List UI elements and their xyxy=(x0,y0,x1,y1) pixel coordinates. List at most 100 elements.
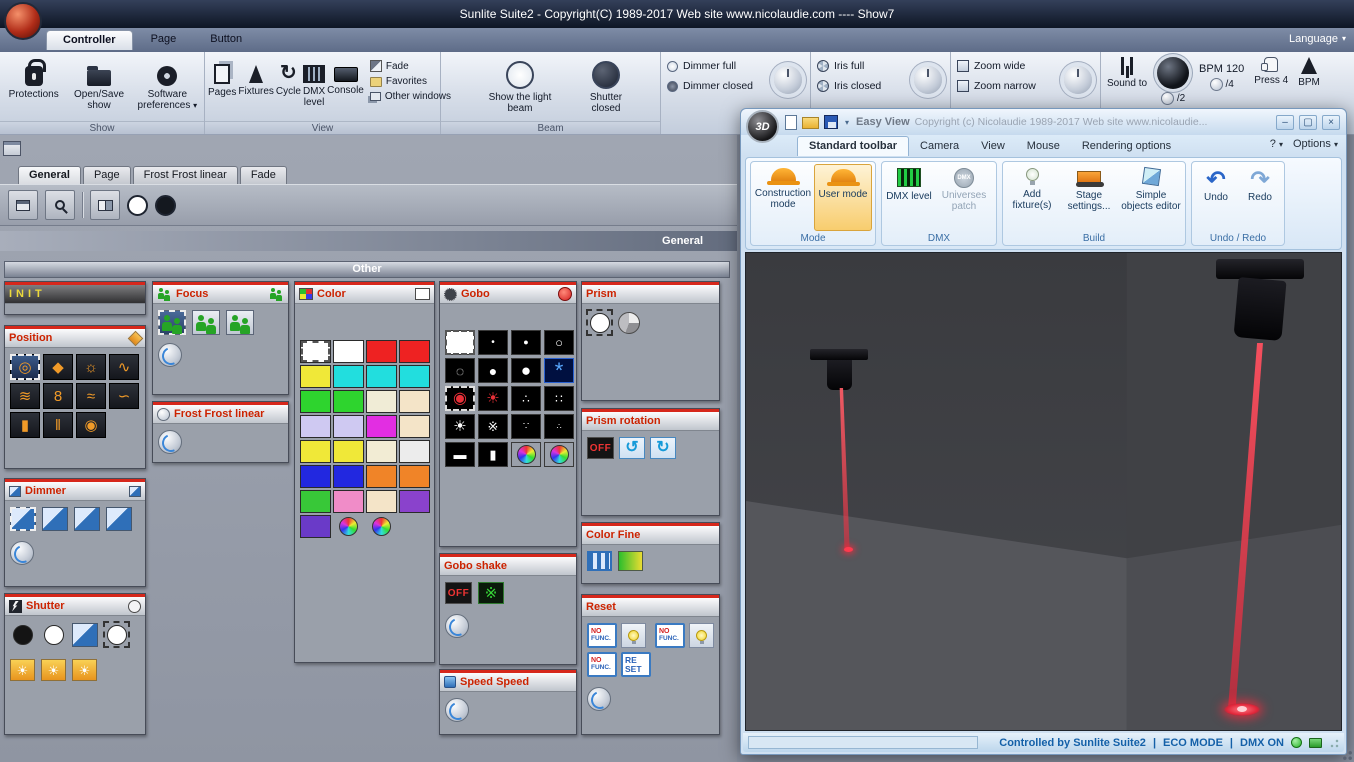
reset-knob[interactable] xyxy=(587,687,611,711)
color-swatch[interactable] xyxy=(399,440,430,463)
position-preset-icon[interactable]: ≈ xyxy=(76,383,106,409)
color-swatch[interactable] xyxy=(366,440,397,463)
position-preset-icon[interactable]: 8 xyxy=(43,383,73,409)
gobo-preset-icon[interactable]: ● xyxy=(511,358,541,383)
strobe-preset-icon[interactable]: ☀ xyxy=(10,659,35,681)
iris-full-option[interactable]: Iris full xyxy=(817,60,906,72)
color-swatch[interactable] xyxy=(300,365,331,388)
color-swatch[interactable] xyxy=(300,440,331,463)
position-preset-icon[interactable]: ‖ xyxy=(43,412,73,438)
fine-channel-icon[interactable] xyxy=(587,551,612,571)
close-button[interactable]: × xyxy=(1322,114,1340,130)
reset-button[interactable]: RE SET xyxy=(621,652,651,677)
tab-button[interactable]: Button xyxy=(194,30,258,50)
sound-to-button[interactable]: Sound to xyxy=(1107,57,1147,89)
off-icon[interactable]: OFF xyxy=(445,582,472,604)
color-swatch[interactable] xyxy=(399,490,430,513)
color-swatch[interactable] xyxy=(399,340,430,363)
prism-facet-icon[interactable] xyxy=(618,311,640,334)
menu-camera[interactable]: Camera xyxy=(909,137,970,156)
color-wheel-icon[interactable] xyxy=(366,515,397,538)
software-preferences-button[interactable]: Software preferences ▾ xyxy=(134,55,201,111)
add-fixtures-button[interactable]: Add fixture(s) xyxy=(1006,164,1058,231)
menu-view[interactable]: View xyxy=(970,137,1016,156)
color-swatch[interactable] xyxy=(399,390,430,413)
options-menu[interactable]: Options ▾ xyxy=(1293,138,1338,150)
zoom-search-button[interactable] xyxy=(45,190,75,220)
zoom-knob[interactable] xyxy=(1064,66,1092,94)
new-document-icon[interactable] xyxy=(785,114,797,130)
shutter-circle-icon[interactable] xyxy=(41,622,66,647)
color-swatch[interactable] xyxy=(333,490,364,513)
gobo-shake-knob[interactable] xyxy=(445,614,469,638)
fade-button[interactable]: Fade xyxy=(369,60,451,72)
color-swatch[interactable] xyxy=(366,365,397,388)
gobo-preset-icon[interactable]: ∵ xyxy=(511,414,541,439)
dimmer-preset-icon[interactable] xyxy=(106,507,132,531)
tab-page[interactable]: Page xyxy=(135,30,193,50)
prism-open-icon[interactable] xyxy=(586,309,613,336)
gobo-preset-icon[interactable]: ○ xyxy=(544,330,574,355)
dimmer-full-option[interactable]: Dimmer full xyxy=(667,60,766,72)
zoom-narrow-option[interactable]: Zoom narrow xyxy=(957,80,1056,92)
shutter-closed-button[interactable]: Shutter closed xyxy=(579,55,633,114)
color-swatch[interactable] xyxy=(300,390,331,413)
maximize-button[interactable]: ▢ xyxy=(1299,114,1317,130)
gobo-preset-icon[interactable]: ∷ xyxy=(544,386,574,411)
color-swatch[interactable] xyxy=(300,515,331,538)
color-swatch[interactable] xyxy=(333,390,364,413)
simple-objects-editor-button[interactable]: Simple objects editor xyxy=(1120,164,1182,231)
help-menu[interactable]: ? ▾ xyxy=(1270,138,1283,150)
gobo-preset-icon[interactable]: ● xyxy=(478,358,508,383)
position-preset-icon[interactable]: ▮ xyxy=(10,412,40,438)
doc-tab-fade[interactable]: Fade xyxy=(239,166,287,184)
gobo-preset-icon[interactable]: ☀ xyxy=(478,386,508,411)
gobo-preset-icon[interactable] xyxy=(445,330,475,355)
split-view-button[interactable] xyxy=(90,190,120,220)
no-func-button[interactable]: NO FUNC. xyxy=(655,623,685,648)
gobo-preset-icon[interactable]: ☀ xyxy=(445,414,475,439)
focus-preset-icon[interactable] xyxy=(158,310,186,335)
position-preset-icon[interactable]: ◎ xyxy=(10,354,40,380)
press-bpm-button[interactable]: Press 4 xyxy=(1254,57,1288,86)
gobo-preset-icon[interactable]: • xyxy=(478,330,508,355)
gradient-icon[interactable] xyxy=(618,551,643,571)
protections-button[interactable]: Protections xyxy=(3,55,64,100)
rotate-cw-icon[interactable]: ↻ xyxy=(650,437,676,459)
menu-rendering-options[interactable]: Rendering options xyxy=(1071,137,1182,156)
frost-knob[interactable] xyxy=(158,430,182,454)
beam-closed-button[interactable] xyxy=(155,194,176,216)
bpm-knob[interactable] xyxy=(1157,57,1190,89)
gobo-wheel-icon[interactable] xyxy=(544,442,574,467)
color-swatch[interactable] xyxy=(300,490,331,513)
color-swatch[interactable] xyxy=(333,365,364,388)
toolbar-overflow-icon[interactable]: ▾ xyxy=(845,118,849,127)
language-menu[interactable]: Language ▾ xyxy=(1289,33,1346,45)
tab-controller[interactable]: Controller xyxy=(46,30,133,50)
color-swatch[interactable] xyxy=(333,415,364,438)
strobe-preset-icon[interactable]: ☀ xyxy=(72,659,97,681)
color-swatch[interactable] xyxy=(366,390,397,413)
easy-view-titlebar[interactable]: ▾ Easy View Copyright (c) Nicolaudie 198… xyxy=(741,109,1346,135)
dimmer-preset-icon[interactable] xyxy=(42,507,68,531)
color-swatch[interactable] xyxy=(399,415,430,438)
gobo-preset-icon[interactable]: ◉ xyxy=(445,386,475,411)
position-preset-icon[interactable]: ∿ xyxy=(109,354,139,380)
other-windows-button[interactable]: Other windows xyxy=(369,91,451,102)
position-preset-icon[interactable]: ☼ xyxy=(76,354,106,380)
gobo-preset-icon[interactable]: ▮ xyxy=(478,442,508,467)
bpm-button[interactable]: BPM xyxy=(1298,57,1320,88)
universes-patch-button[interactable]: DMX Universes patch xyxy=(935,164,993,231)
color-swatch[interactable] xyxy=(399,365,430,388)
app-resize-grip[interactable] xyxy=(1340,748,1352,760)
dimmer-preset-icon[interactable] xyxy=(74,507,100,531)
group-header-other[interactable]: Other xyxy=(4,261,730,278)
fixtures-button[interactable]: Fixtures xyxy=(238,55,274,97)
iris-closed-option[interactable]: Iris closed xyxy=(817,80,906,92)
gobo-preset-icon[interactable]: ※ xyxy=(478,414,508,439)
doc-tab-page[interactable]: Page xyxy=(82,166,131,184)
moving-head-fixture[interactable] xyxy=(810,349,868,390)
color-swatch[interactable] xyxy=(333,440,364,463)
menu-standard-toolbar[interactable]: Standard toolbar xyxy=(797,136,910,156)
gobo-preset-icon[interactable]: ▬ xyxy=(445,442,475,467)
